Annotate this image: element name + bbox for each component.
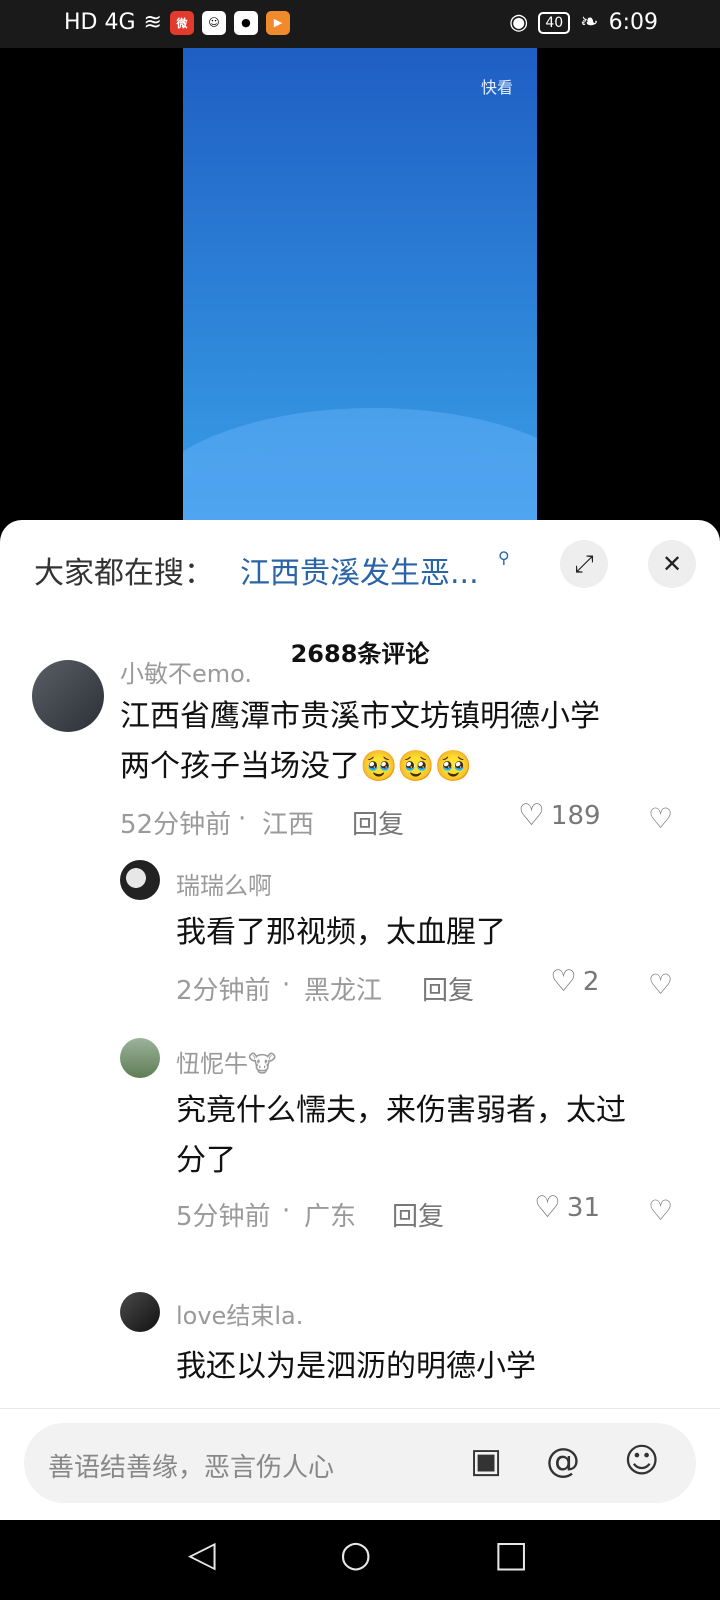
dislike-icon[interactable]: ♡	[648, 968, 673, 1001]
emoji-icon[interactable]: ☺	[624, 1441, 659, 1481]
comments-sheet: 大家都在搜： 江西贵溪发生恶... ⚲ ⤢ ✕ 2688条评论 小敏不emo. …	[0, 520, 720, 1520]
recents-icon[interactable]: □	[494, 1534, 528, 1575]
comment-input-bar: 善语结善缘，恶言伤人心 ▣ @ ☺	[0, 1408, 720, 1521]
weibo-icon: 微	[169, 10, 194, 35]
search-prefix: 大家都在搜：	[34, 556, 214, 591]
comment-location: 江西	[262, 810, 315, 840]
leaf-icon: ❧	[580, 10, 599, 35]
expand-icon: ⤢	[574, 550, 594, 578]
comment-text-line2: 分了	[176, 1143, 236, 1178]
reply-button[interactable]: 回复	[392, 1196, 444, 1233]
message-icon: ●	[233, 10, 258, 35]
video-player[interactable]: 快看	[183, 48, 537, 522]
comment-input-placeholder: 善语结善缘，恶言伤人心	[48, 1453, 335, 1483]
comment-text-line1: 究竟什么懦夫，来伤害弱者，太过	[176, 1093, 626, 1128]
avatar[interactable]	[120, 1038, 160, 1078]
like-button[interactable]: ♡ 2	[550, 964, 599, 999]
like-button[interactable]: ♡ 189	[518, 798, 601, 833]
battery-indicator: 40	[538, 11, 571, 34]
wifi-icon: ≋	[143, 10, 162, 35]
back-icon[interactable]: ◁	[188, 1534, 216, 1575]
status-right: ◉ 40 ❧ 6:09	[509, 10, 658, 35]
comment-username[interactable]: 瑞瑞么啊	[176, 866, 272, 901]
comment-item: 瑞瑞么啊 我看了那视频，太血腥了 2分钟前 · 黑龙江 回复 ♡ 2 ♡	[0, 860, 720, 1020]
eye-icon: ◉	[509, 10, 529, 35]
home-icon[interactable]: ○	[340, 1534, 371, 1575]
search-suggestion-link[interactable]: 江西贵溪发生恶...	[240, 548, 479, 592]
close-button[interactable]: ✕	[648, 540, 696, 588]
expand-button[interactable]: ⤢	[560, 540, 608, 588]
video-app-icon: ▶	[265, 10, 290, 35]
status-left: HD 4G ≋ 微 ☺ ● ▶	[64, 10, 290, 35]
dislike-icon[interactable]: ♡	[648, 1194, 673, 1227]
comment-username[interactable]: 忸怩牛🐮	[176, 1044, 276, 1079]
heart-icon: ♡	[550, 964, 577, 999]
comment-username[interactable]: love结束la.	[176, 1296, 303, 1331]
like-button[interactable]: ♡ 31	[534, 1190, 600, 1225]
comment-time: 2分钟前	[176, 976, 271, 1006]
close-icon: ✕	[661, 550, 683, 578]
comment-location: 广东	[304, 1202, 357, 1232]
heart-icon: ♡	[518, 798, 545, 833]
mention-icon[interactable]: @	[546, 1441, 580, 1481]
comment-text-line2: 两个孩子当场没了🥹🥹🥹	[120, 749, 473, 784]
search-icon[interactable]: ⚲	[498, 548, 510, 567]
network-indicator: HD 4G	[64, 10, 136, 35]
avatar[interactable]	[120, 1292, 160, 1332]
comment-item: love结束la. 我还以为是泗沥的明德小学	[0, 1292, 720, 1412]
like-count: 2	[582, 966, 600, 997]
comment-text-line1: 我还以为是泗沥的明德小学	[176, 1349, 536, 1384]
comment-location: 黑龙江	[304, 976, 383, 1006]
comment-input[interactable]: 善语结善缘，恶言伤人心 ▣ @ ☺	[24, 1423, 696, 1503]
status-bar: HD 4G ≋ 微 ☺ ● ▶ ◉ 40 ❧ 6:09	[0, 0, 720, 48]
comment-text-line1: 江西省鹰潭市贵溪市文坊镇明德小学	[120, 699, 600, 734]
like-count: 31	[566, 1192, 600, 1223]
wechat-icon: ☺	[201, 10, 226, 35]
image-icon[interactable]: ▣	[470, 1441, 502, 1481]
reply-button[interactable]: 回复	[422, 970, 474, 1007]
heart-icon: ♡	[534, 1190, 561, 1225]
dislike-icon[interactable]: ♡	[648, 802, 673, 835]
meta-separator: ·	[238, 804, 247, 834]
video-watermark: 快看	[480, 78, 513, 97]
comment-item: 忸怩牛🐮 究竟什么懦夫，来伤害弱者，太过 分了 5分钟前 · 广东 回复 ♡ 3…	[0, 1038, 720, 1248]
like-count: 189	[550, 800, 601, 831]
clock: 6:09	[608, 10, 658, 35]
comment-time: 5分钟前	[176, 1202, 271, 1232]
meta-separator: ·	[282, 1196, 291, 1226]
system-nav-bar: ◁ ○ □	[0, 1520, 720, 1600]
avatar[interactable]	[120, 860, 160, 900]
meta-separator: ·	[282, 970, 291, 1000]
avatar[interactable]	[32, 660, 104, 732]
comment-username[interactable]: 小敏不emo.	[120, 654, 252, 689]
comment-text-line1: 我看了那视频，太血腥了	[176, 915, 506, 950]
comment-item: 小敏不emo. 江西省鹰潭市贵溪市文坊镇明德小学 两个孩子当场没了🥹🥹🥹 52分…	[0, 658, 720, 858]
reply-button[interactable]: 回复	[352, 804, 404, 841]
comment-time: 52分钟前	[120, 810, 232, 840]
